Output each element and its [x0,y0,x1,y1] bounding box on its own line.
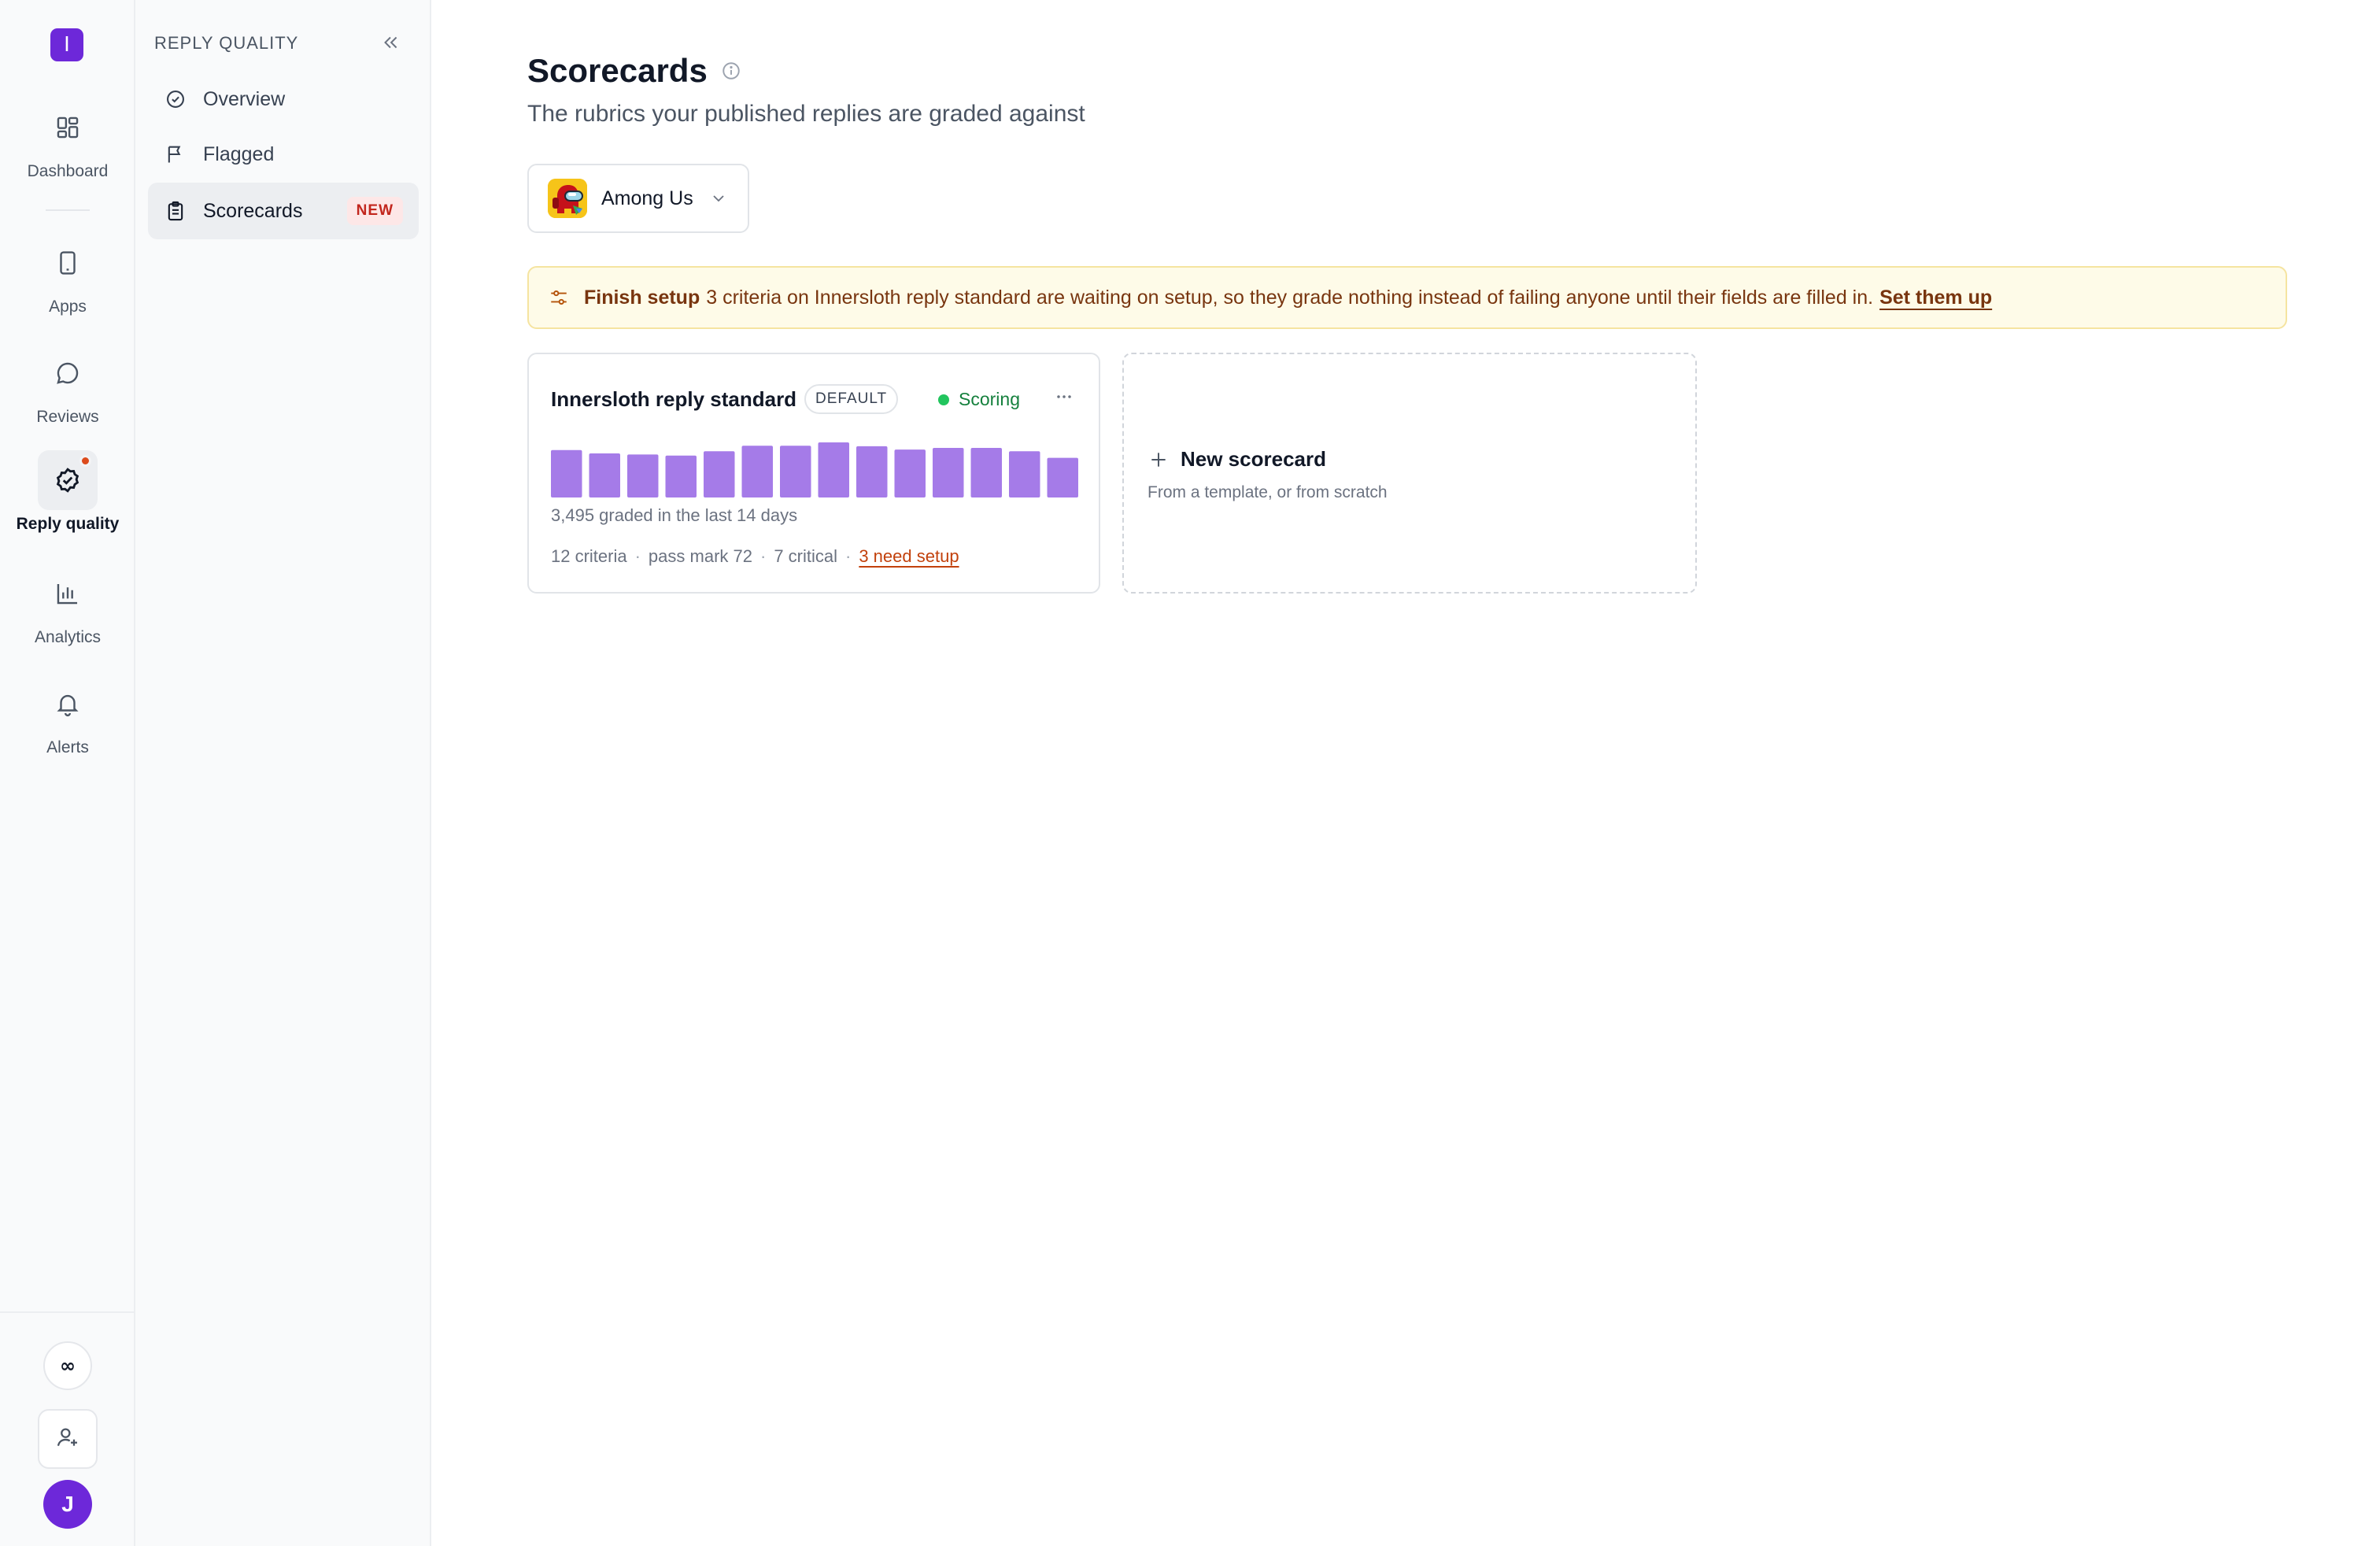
rail-item-apps[interactable]: Apps [0,233,135,316]
activity-bar [856,446,888,497]
badge-check-icon [38,450,98,510]
sidebar-item-label: Flagged [203,142,275,165]
chevron-down-icon [708,188,729,209]
page-subtitle: The rubrics your published replies are g… [527,101,1085,127]
activity-bar [627,454,659,497]
dashboard-icon [38,98,98,157]
need-setup-link[interactable]: 3 need setup [859,546,959,567]
sidebar-item-overview[interactable]: Overview [148,71,419,128]
rail-label: Dashboard [27,162,109,180]
infinity-icon: ∞ [60,1355,76,1377]
banner-title: Finish setup [584,286,700,309]
activity-bar [894,449,926,497]
setup-warning-banner: Finish setup 3 criteria on Innersloth re… [527,266,2287,329]
rail-item-analytics[interactable]: Analytics [0,564,135,647]
user-plus-icon [55,1425,80,1454]
rail-label: Analytics [34,628,102,646]
new-scorecard-title: New scorecard [1148,447,1326,472]
new-scorecard-subtitle: From a template, or from scratch [1148,483,1388,501]
more-options-button[interactable] [1048,383,1080,414]
rail-item-alerts[interactable]: Alerts [0,674,135,757]
rail-label: Reply quality [16,515,120,533]
rail-item-dashboard[interactable]: Dashboard [0,98,135,181]
scoring-status: Scoring [938,389,1020,410]
user-avatar[interactable]: J [43,1480,92,1529]
activity-bar [1009,451,1040,497]
plus-icon [1148,449,1170,471]
rail-label: Reviews [36,408,99,426]
sidebar-item-label: Scorecards [203,199,303,222]
rail-item-reviews[interactable]: Reviews [0,343,135,427]
activity-bar [818,442,849,497]
new-badge: NEW [346,197,403,225]
sidebar-item-flagged[interactable]: Flagged [148,126,419,183]
activity-bar [589,453,620,497]
activity-bar [665,455,697,497]
status-dot [938,394,949,405]
notification-dot [79,455,91,467]
meta-separator: · [845,546,852,566]
graded-activity-chart [551,442,1078,497]
activity-bar [551,449,582,497]
bar-chart-icon [38,564,98,623]
activity-bar [780,446,811,497]
banner-text: 3 criteria on Innersloth reply standard … [706,286,1874,309]
more-horizontal-icon [1053,386,1075,412]
app-rail: I Dashboard Apps Reviews Reply quality A… [0,0,135,1546]
activity-bar [1047,457,1078,497]
rail-label: Apps [49,298,87,316]
critical-count: 7 critical [774,546,837,566]
default-badge: DEFAULT [804,384,899,414]
status-label: Scoring [959,389,1020,409]
workspace-logo[interactable]: I [50,28,83,61]
invite-user-button[interactable] [38,1409,98,1469]
chevrons-left-icon [380,32,401,57]
rail-divider [46,209,90,211]
sidebar-item-label: Overview [203,87,286,110]
scorecard-name: Innersloth reply standard [551,387,797,411]
among-us-app-icon [548,179,587,218]
sidebar-title: REPLY QUALITY [154,33,299,53]
rail-item-reply-quality[interactable]: Reply quality [0,450,135,534]
sliders-icon [548,287,570,309]
activity-bar [741,446,773,497]
activity-bar [933,448,964,497]
page-title-text: Scorecards [527,52,708,89]
activity-bar [704,451,735,497]
chat-bubble-icon [38,343,98,403]
flag-icon [164,142,187,166]
scorecard-card[interactable]: Innersloth reply standard DEFAULT Scorin… [527,353,1100,594]
info-icon[interactable] [720,60,742,82]
collapse-sidebar-button[interactable] [376,30,405,58]
activity-bar [970,448,1002,497]
clipboard-icon [164,199,187,223]
meta-separator: · [634,546,641,566]
rail-divider [0,1311,135,1313]
check-circle-icon [164,87,187,111]
rail-label: Alerts [46,738,89,756]
infinity-button[interactable]: ∞ [43,1341,92,1390]
new-scorecard-label: New scorecard [1181,447,1326,471]
graded-count: 3,495 graded in the last 14 days [551,505,798,525]
bell-icon [38,674,98,734]
set-them-up-link[interactable]: Set them up [1879,287,1992,309]
phone-icon [38,233,98,293]
meta-separator: · [759,546,767,566]
criteria-count: 12 criteria [551,546,627,566]
new-scorecard-card[interactable]: New scorecard From a template, or from s… [1122,353,1697,594]
section-sidebar: REPLY QUALITY Overview Flagged Scorecard… [135,0,431,1546]
sidebar-item-scorecards[interactable]: Scorecards NEW [148,183,419,239]
app-selector[interactable]: Among Us [527,164,749,233]
main-content: Scorecards The rubrics your published re… [431,0,2380,1546]
pass-mark: pass mark 72 [648,546,752,566]
app-select-label: Among Us [601,187,693,209]
page-title: Scorecards [527,52,742,90]
scorecard-meta: 12 criteria · pass mark 72 · 7 critical … [551,546,959,567]
